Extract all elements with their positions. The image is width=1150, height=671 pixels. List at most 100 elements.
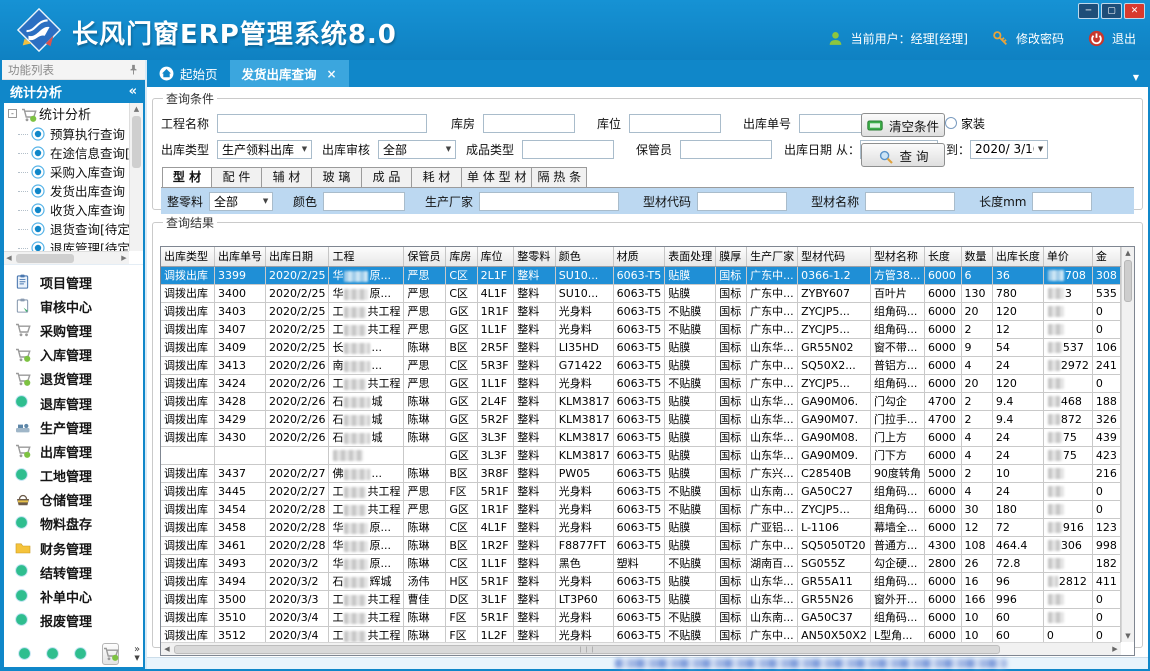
table-row[interactable]: 调拨出库34942020/3/2石辉城汤伟H区5R1F整料光身料6063-T5贴… [161, 572, 1121, 590]
tab-home[interactable]: 起始页 [147, 60, 230, 87]
table-row[interactable]: 调拨出库34032020/2/25工共工程严思G区1R1F整料光身料6063-T… [161, 302, 1121, 320]
warehouse-input[interactable] [483, 114, 575, 133]
collapse-icon[interactable]: « [129, 84, 137, 99]
tab-close-icon[interactable]: × [327, 67, 337, 81]
material-tab[interactable]: 配 件 [212, 167, 262, 187]
table-row[interactable]: 调拨出库34932020/3/2华原...陈琳C区1L1F整料黑色塑料不贴膜国标… [161, 554, 1121, 572]
column-header[interactable]: 库位 [477, 247, 514, 266]
table-row[interactable]: 调拨出库34542020/2/28工共工程严思G区1R1F整料光身料6063-T… [161, 500, 1121, 518]
scroll-up-icon[interactable]: ▲ [1122, 247, 1134, 259]
more-menus-button[interactable]: » ▼ [134, 646, 140, 662]
table-row[interactable]: 调拨出库34002020/2/25华原...严思C区4L1F整料SU10...6… [161, 284, 1121, 302]
sidebar-item-dot-green-物料盘存[interactable]: 物料盘存 [4, 512, 143, 536]
location-input[interactable] [629, 114, 721, 133]
scroll-thumb[interactable] [1124, 260, 1132, 302]
sidebar-item-cart-采购管理[interactable]: 采购管理 [4, 318, 143, 342]
sidebar-item-cart-green-退货管理[interactable]: 退货管理 [4, 367, 143, 391]
logout-link[interactable]: 退出 [1112, 30, 1136, 47]
table-row[interactable]: G区3L3F整料KLM38176063-T5贴膜国标山东华...GA90M09.… [161, 446, 1121, 464]
length-input[interactable] [1032, 192, 1092, 211]
column-header[interactable]: 型材名称 [870, 247, 924, 266]
out-audit-select[interactable]: 全部 ▼ [378, 140, 456, 159]
cart-toolbar-button[interactable] [102, 643, 119, 665]
out-type-select[interactable]: 生产领料出库 ▼ [217, 140, 312, 159]
tree-expander-icon[interactable]: - [8, 109, 17, 118]
maximize-button[interactable]: ▢ [1101, 3, 1122, 19]
table-row[interactable]: 调拨出库34372020/2/27佛...陈琳B区3R8F整料PW056063-… [161, 464, 1121, 482]
material-tab[interactable]: 成 品 [362, 167, 412, 187]
column-header[interactable]: 长度 [924, 247, 961, 266]
keeper-input[interactable] [680, 140, 772, 159]
scroll-right-icon[interactable]: ▶ [119, 254, 129, 262]
scroll-thumb[interactable] [16, 254, 74, 263]
column-header[interactable]: 工程 [329, 247, 404, 266]
column-header[interactable]: 数量 [961, 247, 992, 266]
close-button[interactable]: ✕ [1124, 3, 1145, 19]
tree-item[interactable]: 预算执行查询 [4, 124, 129, 143]
column-header[interactable]: 生产厂家 [747, 247, 798, 266]
table-row[interactable]: 调拨出库34292020/2/26石城陈琳G区5R2F整料KLM38176063… [161, 410, 1121, 428]
table-row[interactable]: 调拨出库34092020/2/25长...陈琳B区2R5F整料LI35HD606… [161, 338, 1121, 356]
menu-dot-icon[interactable] [74, 647, 87, 660]
date-to-select[interactable]: 2020/ 3/16 ▼ [970, 140, 1048, 159]
column-header[interactable]: 整零料 [514, 247, 555, 266]
scroll-left-icon[interactable]: ◀ [4, 254, 14, 262]
material-tab[interactable]: 玻 璃 [312, 167, 362, 187]
profile-name-input[interactable] [865, 192, 955, 211]
material-tab[interactable]: 耗 材 [412, 167, 462, 187]
column-header[interactable]: 表面处理 [665, 247, 716, 266]
tree-root-statistics[interactable]: - 统计分析 [4, 103, 129, 124]
tree-item[interactable]: 退库管理[待定] [4, 238, 129, 251]
sidebar-item-dot-green-工地管理[interactable]: 工地管理 [4, 464, 143, 488]
column-header[interactable]: 库房 [446, 247, 477, 266]
scroll-thumb[interactable]: ❘❘❘ [174, 645, 1000, 654]
tree-item[interactable]: 收货入库查询 [4, 200, 129, 219]
table-row[interactable]: 调拨出库34582020/2/28华原...陈琳C区4L1F整料光身料6063-… [161, 518, 1121, 536]
material-tab[interactable]: 单 体 型 材 [462, 167, 532, 187]
sidebar-item-dot-green-报废管理[interactable]: 报废管理 [4, 609, 143, 633]
tree-item[interactable]: 退货查询[待定] [4, 219, 129, 238]
table-row[interactable]: 调拨出库34452020/2/27工共工程严思F区5R1F整料光身料6063-T… [161, 482, 1121, 500]
sidebar-item-cart-green-出库管理[interactable]: 出库管理 [4, 439, 143, 463]
table-row[interactable]: 调拨出库33992020/2/25华原...严思C区2L1F整料SU10...6… [161, 266, 1121, 284]
profile-code-input[interactable] [697, 192, 787, 211]
table-row[interactable]: 调拨出库34072020/2/25工共工程严思G区1L1F整料光身料6063-T… [161, 320, 1121, 338]
scroll-up-icon[interactable]: ▲ [130, 103, 143, 115]
material-tab[interactable]: 型 材 [162, 167, 212, 187]
product-type-input[interactable] [522, 140, 614, 159]
search-button[interactable]: 查 询 [861, 143, 945, 167]
sidebar-item-cart-green-入库管理[interactable]: 入库管理 [4, 343, 143, 367]
tree-item[interactable]: 发货出库查询 [4, 181, 129, 200]
column-header[interactable]: 出库类型 [161, 247, 215, 266]
table-row[interactable]: 调拨出库34242020/2/26工共工程严思G区1L1F整料光身料6063-T… [161, 374, 1121, 392]
column-header[interactable]: 出库日期 [266, 247, 329, 266]
table-row[interactable]: 调拨出库35102020/3/4工共工程陈琳F区5R1F整料光身料6063-T5… [161, 608, 1121, 626]
column-header[interactable]: 型材代码 [798, 247, 871, 266]
minimize-button[interactable]: ─ [1078, 3, 1099, 19]
sidebar-item-basket-仓储管理[interactable]: 仓储管理 [4, 488, 143, 512]
sidebar-item-dot-green-补单中心[interactable]: 补单中心 [4, 584, 143, 608]
sidebar-item-clipboard2-审核中心[interactable]: 审核中心 [4, 294, 143, 318]
column-header[interactable]: 出库长度 [992, 247, 1043, 266]
table-row[interactable]: 调拨出库34282020/2/26石城陈琳G区2L4F整料KLM38176063… [161, 392, 1121, 410]
factory-input[interactable] [479, 192, 619, 211]
table-row[interactable]: 调拨出库34132020/2/26南...严思C区5R3F整料G71422606… [161, 356, 1121, 374]
sidebar-item-clipboard-项目管理[interactable]: 项目管理 [4, 270, 143, 294]
zhengling-select[interactable]: 全部 ▼ [209, 192, 273, 211]
column-header[interactable]: 材质 [613, 247, 665, 266]
clear-conditions-button[interactable]: 清空条件 [861, 113, 945, 137]
table-horizontal-scrollbar[interactable]: ◀ ❘❘❘ ▶ [161, 642, 1121, 655]
tree-item[interactable]: 采购入库查询 [4, 162, 129, 181]
material-tab[interactable]: 辅 材 [262, 167, 312, 187]
change-password-link[interactable]: 修改密码 [1016, 30, 1064, 47]
material-tab[interactable]: 隔 热 条 [532, 167, 587, 187]
tab-shipment-outbound-query[interactable]: 发货出库查询 × [230, 60, 349, 87]
tree-item[interactable]: 在途信息查询[待 [4, 143, 129, 162]
column-header[interactable]: 出库单号 [215, 247, 266, 266]
scroll-thumb[interactable] [132, 116, 141, 168]
sidebar-item-dot-green-结转管理[interactable]: 结转管理 [4, 560, 143, 584]
tab-list-caret-icon[interactable]: ▼ [1133, 73, 1139, 82]
table-row[interactable]: 调拨出库34302020/2/26石城陈琳G区3L3F整料KLM38176063… [161, 428, 1121, 446]
column-header[interactable]: 颜色 [555, 247, 613, 266]
column-header[interactable]: 单价 [1043, 247, 1092, 266]
